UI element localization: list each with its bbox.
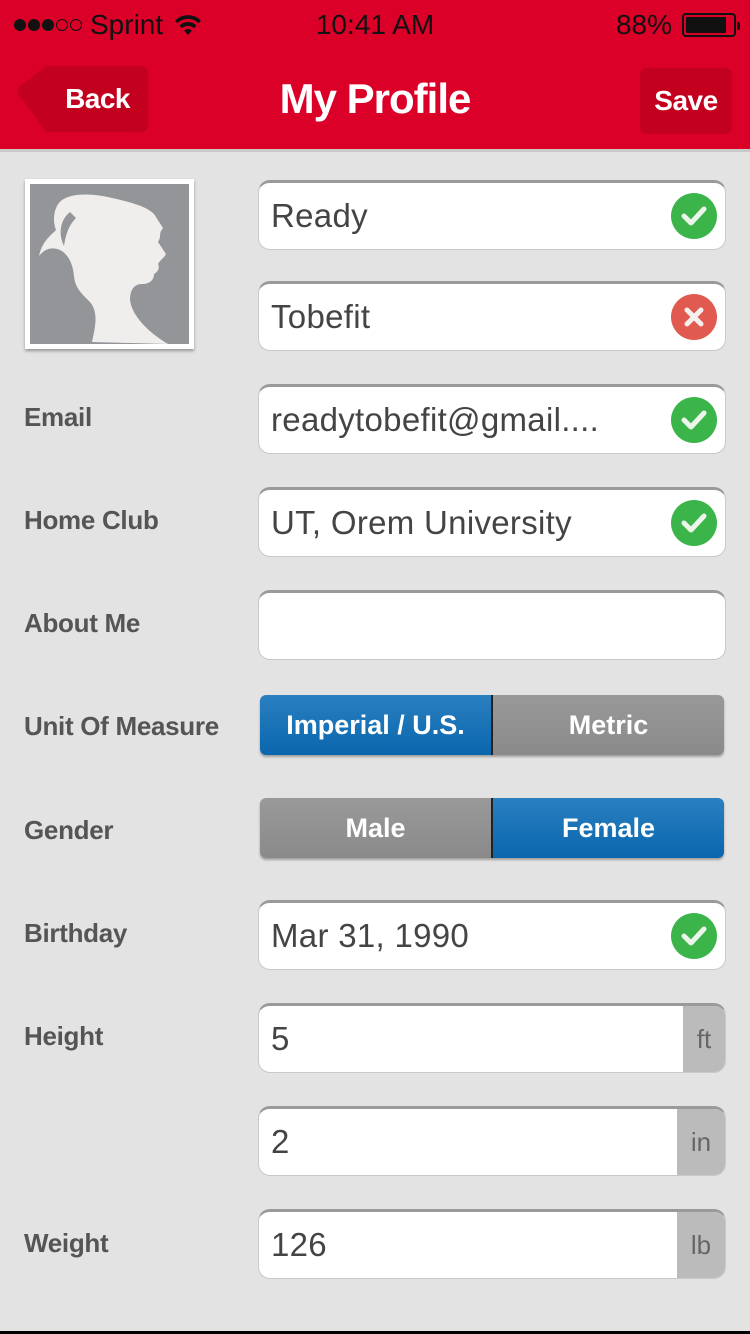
valid-check-icon [671, 500, 717, 546]
height-inches-value: 2 [271, 1123, 290, 1160]
weight-field[interactable]: 126 lb [258, 1209, 726, 1279]
unit-option-metric[interactable]: Metric [491, 695, 724, 755]
home-club-field[interactable]: UT, Orem University [258, 487, 726, 557]
first-name-value: Ready [271, 197, 368, 234]
valid-check-icon [671, 397, 717, 443]
invalid-x-icon[interactable] [671, 294, 717, 340]
home-club-label: Home Club [24, 505, 159, 535]
gender-toggle: Male Female [260, 798, 724, 858]
last-name-value: Tobefit [271, 298, 371, 335]
weight-unit-label: lb [677, 1212, 725, 1278]
birthday-field[interactable]: Mar 31, 1990 [258, 900, 726, 970]
page-title: My Profile [279, 75, 472, 122]
status-bar: Sprint 10:41 AM 88% [0, 0, 750, 50]
unit-option-imperial[interactable]: Imperial / U.S. [260, 695, 491, 755]
valid-check-icon [671, 193, 717, 239]
height-feet-value: 5 [271, 1020, 290, 1057]
height-feet-field[interactable]: 5 ft [258, 1003, 726, 1073]
save-button-label: Save [654, 85, 718, 116]
last-name-field[interactable]: Tobefit [258, 281, 726, 351]
home-club-value: UT, Orem University [271, 504, 572, 541]
gender-option-female[interactable]: Female [491, 798, 724, 858]
gender-option-male[interactable]: Male [260, 798, 491, 858]
birthday-value: Mar 31, 1990 [271, 917, 470, 954]
battery-level-fill [686, 17, 727, 33]
height-label: Height [24, 1021, 104, 1051]
birthday-label: Birthday [24, 918, 128, 948]
profile-screen: Sprint 10:41 AM 88% Back My Profile Save [0, 0, 750, 1331]
unit-of-measure-label: Unit Of Measure [24, 711, 219, 741]
inches-unit-label: in [677, 1109, 725, 1175]
height-inches-field[interactable]: 2 in [258, 1106, 726, 1176]
battery-icon [682, 13, 740, 37]
battery-percent: 88% [615, 9, 672, 40]
avatar[interactable] [25, 179, 194, 349]
header: Sprint 10:41 AM 88% Back My Profile Save [0, 0, 750, 152]
female-silhouette-icon [39, 194, 168, 344]
feet-unit-label: ft [683, 1006, 725, 1072]
valid-check-icon [671, 913, 717, 959]
email-value: readytobefit@gmail.... [271, 401, 600, 438]
weight-value: 126 [271, 1226, 327, 1263]
first-name-field[interactable]: Ready [258, 180, 726, 250]
unit-of-measure-toggle: Imperial / U.S. Metric [260, 695, 724, 755]
weight-label: Weight [24, 1228, 109, 1258]
about-me-field[interactable] [258, 590, 726, 660]
email-label: Email [24, 402, 92, 432]
save-button[interactable]: Save [640, 68, 732, 134]
gender-label: Gender [24, 815, 114, 845]
about-me-label: About Me [24, 608, 141, 638]
email-field[interactable]: readytobefit@gmail.... [258, 384, 726, 454]
